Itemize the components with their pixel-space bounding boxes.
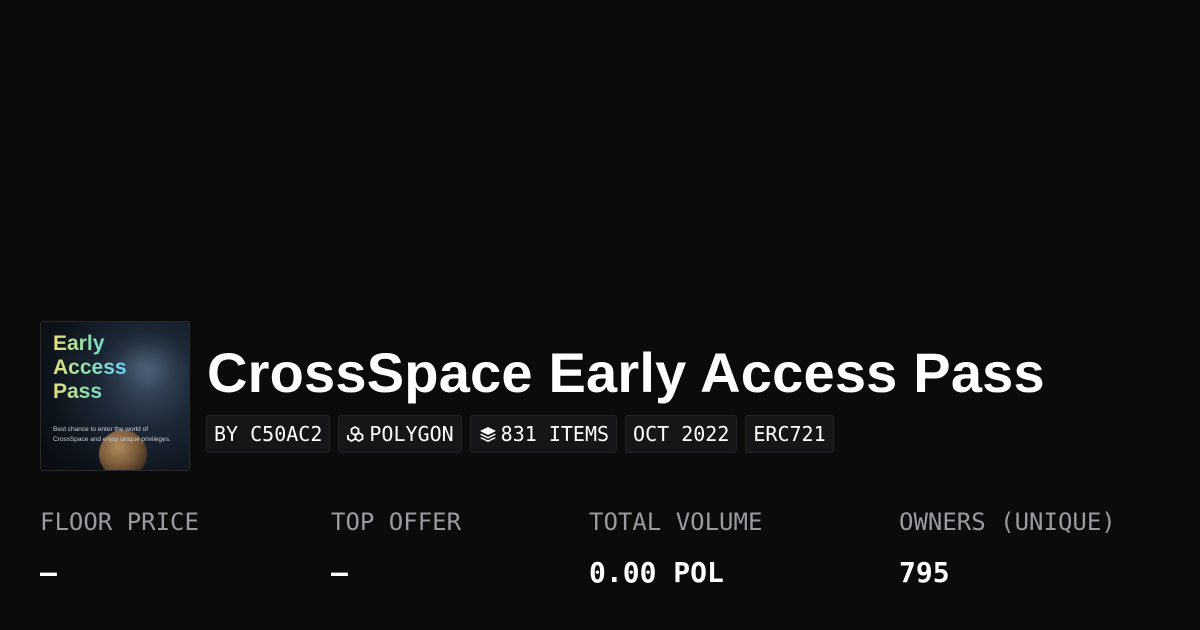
collection-tags: BY C50AC2 POLYGON 831 ITEMS OCT 2022 ERC… [206,415,834,453]
thumbnail-title: Early Access Pass [53,332,127,403]
items-label: 831 ITEMS [500,422,610,446]
collection-thumbnail: Early Access Pass Best chance to enter t… [40,321,190,471]
stat-value: – [331,556,348,589]
polygon-icon [347,426,364,442]
stat-owners: OWNERS (UNIQUE) 795 [899,505,1116,590]
chain-tag[interactable]: POLYGON [338,415,462,453]
stat-top-offer: TOP OFFER – [331,505,461,590]
stat-label: TOP OFFER [331,508,462,536]
collection-title: CrossSpace Early Access Pass [207,341,1045,404]
items-tag[interactable]: 831 ITEMS [469,415,618,453]
stat-label: OWNERS (UNIQUE) [899,508,1116,536]
stat-floor-price: FLOOR PRICE – [40,505,199,590]
stat-value: 795 [899,556,950,589]
standard-label: ERC721 [753,422,826,446]
date-label: OCT 2022 [633,422,730,446]
chain-label: POLYGON [369,422,454,446]
creator-tag[interactable]: BY C50AC2 [206,415,331,453]
stat-value: – [40,556,57,589]
stat-label: FLOOR PRICE [40,508,199,536]
stat-total-volume: TOTAL VOLUME 0.00 POL [589,505,762,590]
date-tag: OCT 2022 [625,415,738,453]
standard-tag: ERC721 [745,415,834,453]
thumbnail-subtitle: Best chance to enter the world of CrossS… [53,426,171,443]
stat-label: TOTAL VOLUME [589,508,763,536]
creator-label: BY C50AC2 [214,422,323,446]
layers-icon [479,427,496,442]
stat-value: 0.00 POL [589,556,724,589]
